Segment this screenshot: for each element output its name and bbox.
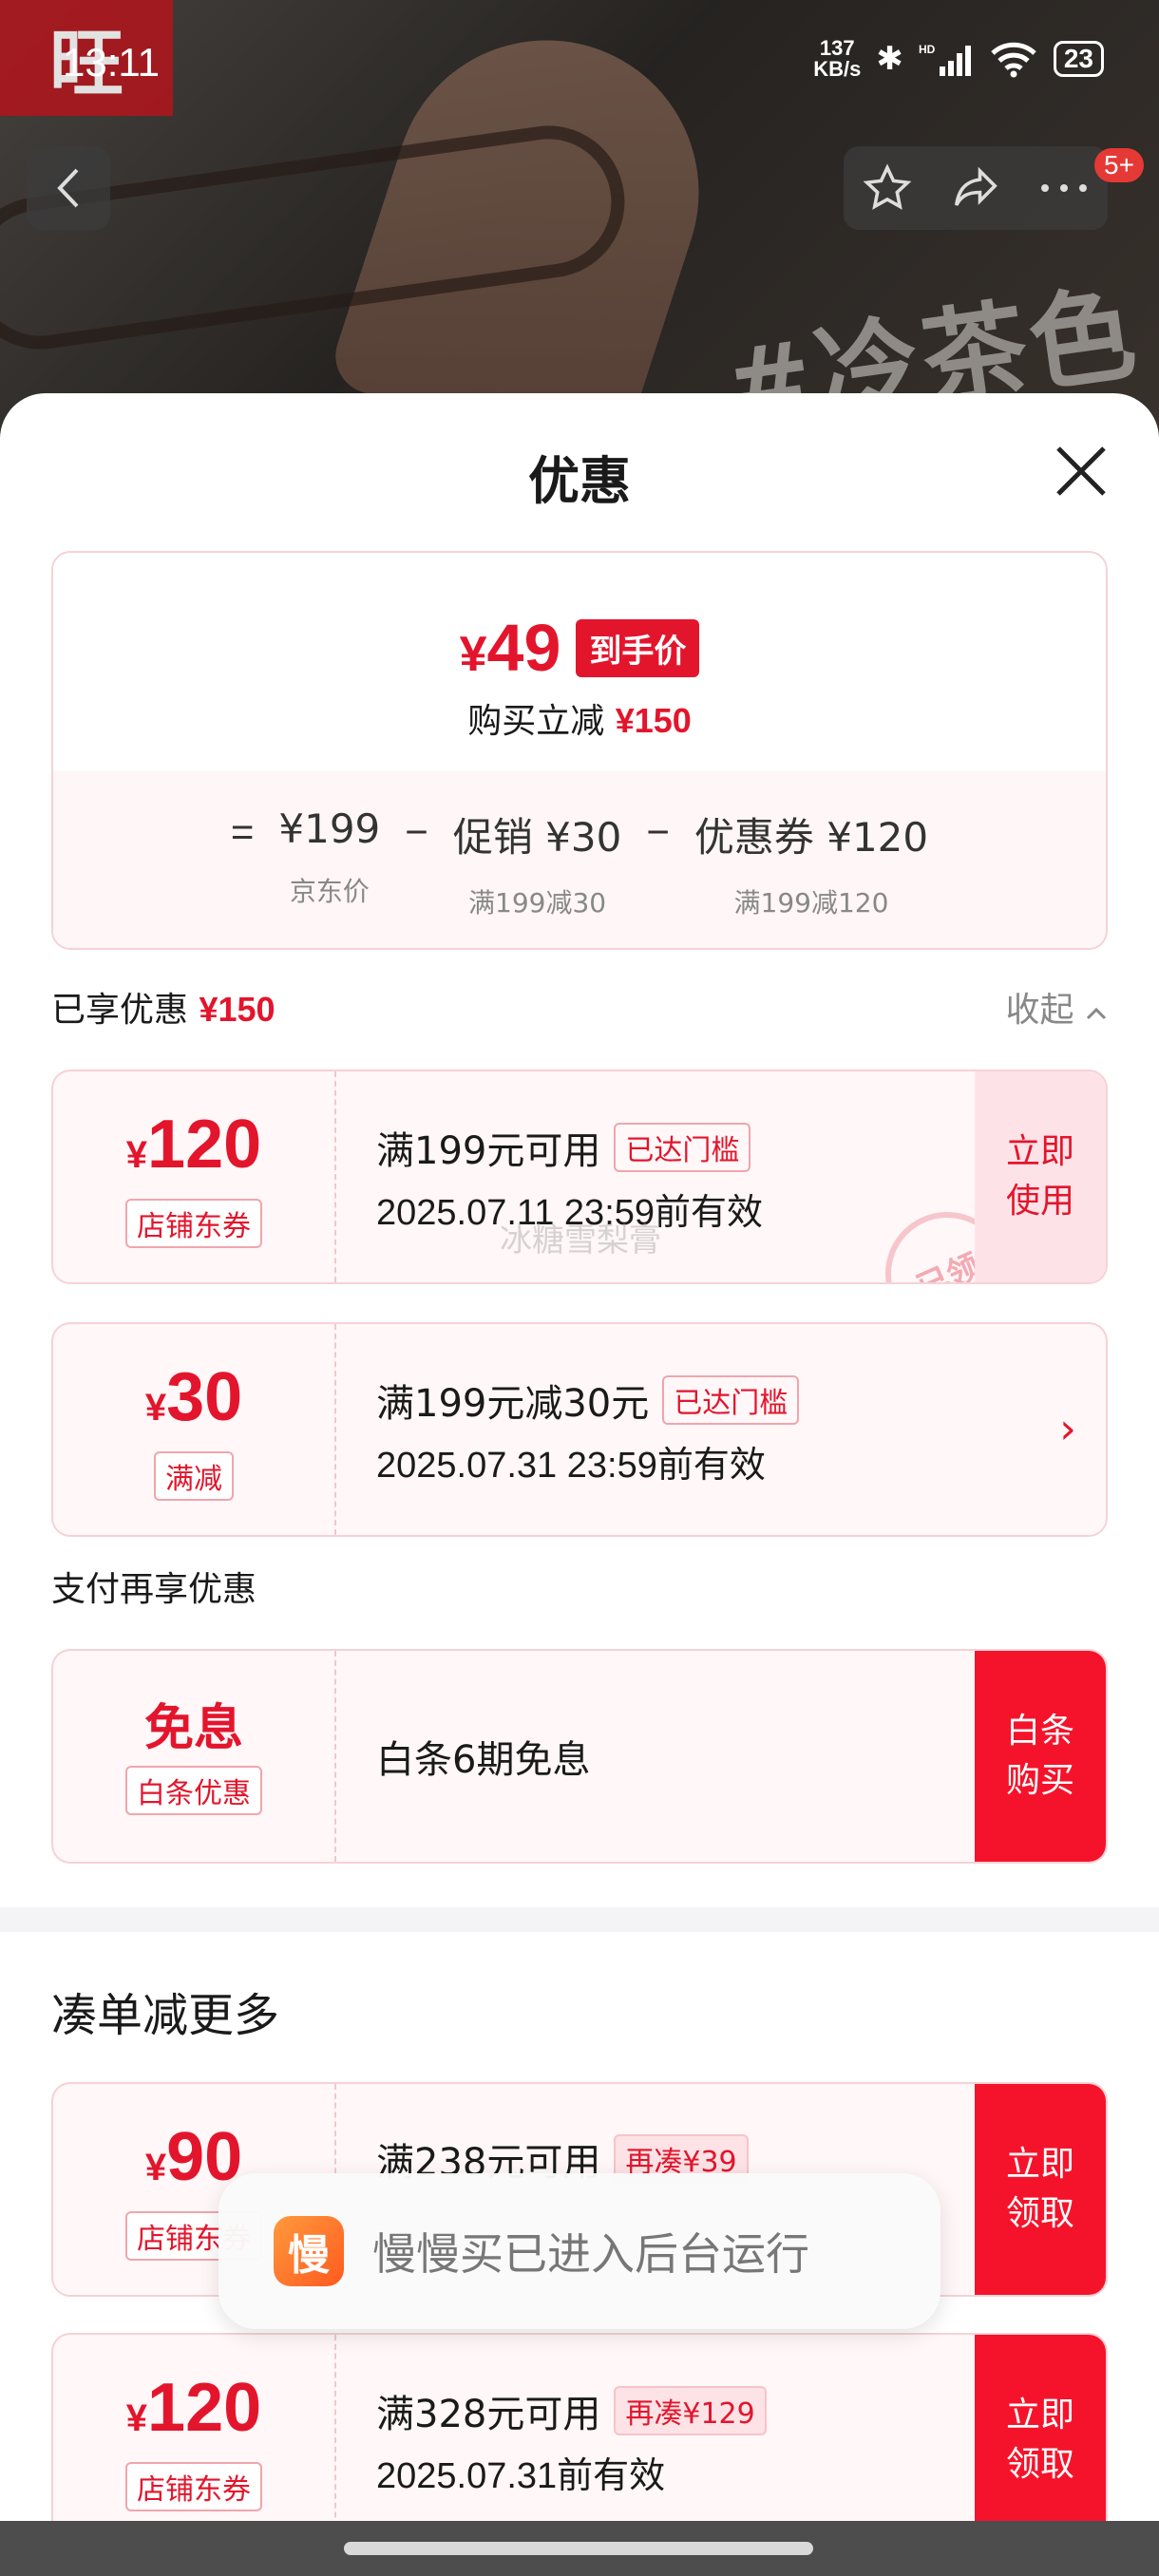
coupon-card-store-120-more[interactable]: ¥120 店铺东券 满328元可用 再凑¥129 2025.07.31前有效 立即…: [51, 2333, 1108, 2521]
signal-icon: HD: [919, 43, 971, 76]
final-price: ¥49: [459, 611, 561, 685]
status-time: 13:11: [63, 40, 160, 85]
pay-discount-label: 支付再享优惠: [51, 1570, 257, 1609]
coupon-card-store-120[interactable]: ¥120 店铺东券 满199元可用 已达门槛 2025.07.11 23:59前有…: [51, 1070, 1108, 1284]
section-divider: [0, 1907, 1159, 1932]
baitiao-interest-free-card[interactable]: 免息 白条优惠 白条6期免息 白条 购买: [51, 1649, 1108, 1864]
toast-message: 慢慢买已进入后台运行: [372, 2228, 809, 2280]
coupon-amount: ¥30: [144, 1358, 243, 1435]
coupon-type: 满减: [154, 1450, 234, 1501]
threshold-badge: 已达门槛: [614, 1122, 751, 1172]
price-breakdown: = ¥199 京东价 − 促销 ¥30 满199减30 − 优惠券 ¥120 满…: [53, 771, 1106, 948]
calc-operator: −: [646, 809, 670, 854]
coupon-condition: 满328元可用: [376, 2392, 601, 2436]
share-icon[interactable]: [949, 162, 1002, 214]
calc-operator: −: [405, 809, 428, 854]
svg-text:HD: HD: [919, 43, 936, 56]
summary-top: ¥49 到手价 购买立减 ¥150: [53, 553, 1106, 771]
background-running-toast: 慢 慢慢买已进入后台运行: [218, 2173, 940, 2329]
coupon-expiry: 2025.07.31 23:59前有效: [376, 1445, 766, 1486]
coupon-details: 满199元减30元 已达门槛 2025.07.31 23:59前有效: [376, 1324, 800, 1535]
use-now-button[interactable]: 立即 使用: [975, 1071, 1106, 1282]
coupon-value-block: ¥30 满减: [53, 1324, 336, 1535]
sheet-title: 优惠: [528, 451, 631, 511]
coupon-value-block: ¥120 店铺东券: [53, 2335, 336, 2521]
coupon-details: 白条6期免息: [376, 1651, 590, 1862]
threshold-badge: 已达门槛: [662, 1374, 800, 1425]
net-speed: 137 KB/s: [813, 36, 862, 81]
enjoyed-discount-label: 已享优惠 ¥150: [51, 990, 276, 1030]
coupon-condition: 满199元减30元: [376, 1381, 650, 1426]
coupon-amount: ¥120: [125, 2369, 262, 2446]
enjoyed-discount-header: 已享优惠 ¥150 收起: [51, 982, 1108, 1032]
coupon-type: 白条优惠: [125, 1766, 262, 1815]
collapse-button[interactable]: 收起: [1006, 982, 1108, 1032]
chevron-left-icon: [57, 168, 79, 208]
close-icon[interactable]: [1051, 441, 1112, 502]
coupon-details: 满328元可用 再凑¥129 2025.07.31前有效: [376, 2335, 767, 2521]
coupon-value-block: ¥120 店铺东券: [53, 1071, 336, 1282]
calc-item-jd-price: ¥199 京东价: [278, 805, 381, 907]
saving-row: 购买立减 ¥150: [467, 701, 692, 741]
chevron-right-icon[interactable]: ›: [1030, 1324, 1106, 1535]
final-price-tag: 到手价: [576, 618, 700, 677]
back-button[interactable]: [27, 146, 110, 230]
calc-operator: =: [230, 809, 255, 854]
app-icon: 慢: [274, 2216, 344, 2286]
battery-indicator: 23: [1053, 41, 1104, 77]
coupon-condition: 满199元可用: [376, 1128, 601, 1173]
coupon-amount: ¥120: [125, 1106, 262, 1183]
more-discount-heading: 凑单减更多: [51, 1989, 280, 2042]
coupon-amount: 免息: [143, 1700, 243, 1757]
chevron-up-icon: [1086, 1007, 1107, 1020]
wifi-icon: [991, 42, 1036, 78]
more-icon[interactable]: [1038, 179, 1090, 198]
baitiao-buy-button[interactable]: 白条 购买: [975, 1651, 1106, 1862]
calc-item-coupon: 优惠券 ¥120 满199减120: [694, 814, 929, 919]
pay-discount-header: 支付再享优惠: [51, 1562, 1108, 1611]
notification-badge: 5+: [1094, 148, 1144, 182]
top-action-group: [844, 146, 1108, 230]
final-price-row: ¥49 到手价: [53, 610, 1106, 686]
coupon-type: 店铺东券: [125, 2461, 262, 2511]
claim-now-button[interactable]: 立即 领取: [975, 2335, 1106, 2521]
claim-now-button[interactable]: 立即 领取: [975, 2084, 1106, 2295]
status-bar-right: 137 KB/s ✱ HD 23: [813, 38, 1104, 80]
gap-badge: 再凑¥129: [614, 2385, 767, 2435]
coupon-expiry: 2025.07.31前有效: [376, 2455, 666, 2496]
coupon-value-block: 免息 白条优惠: [53, 1651, 336, 1862]
price-calc-row: = ¥199 京东价 − 促销 ¥30 满199减30 − 优惠券 ¥120 满…: [53, 805, 1106, 920]
bluetooth-icon: ✱: [876, 40, 903, 78]
calc-item-promo: 促销 ¥30 满199减30: [452, 814, 622, 919]
coupon-condition: 白条6期免息: [376, 1738, 591, 1782]
coupon-card-full-reduction-30[interactable]: ¥30 满减 满199元减30元 已达门槛 2025.07.31 23:59前有效…: [51, 1322, 1108, 1537]
watermark-text: 冰糖雪梨膏: [500, 1222, 661, 1260]
coupon-type: 店铺东券: [125, 1198, 262, 1248]
price-summary-card: ¥49 到手价 购买立减 ¥150 = ¥199 京东价 − 促销 ¥30 满1…: [51, 551, 1108, 950]
home-indicator[interactable]: [344, 2542, 813, 2555]
star-icon[interactable]: [862, 162, 913, 214]
